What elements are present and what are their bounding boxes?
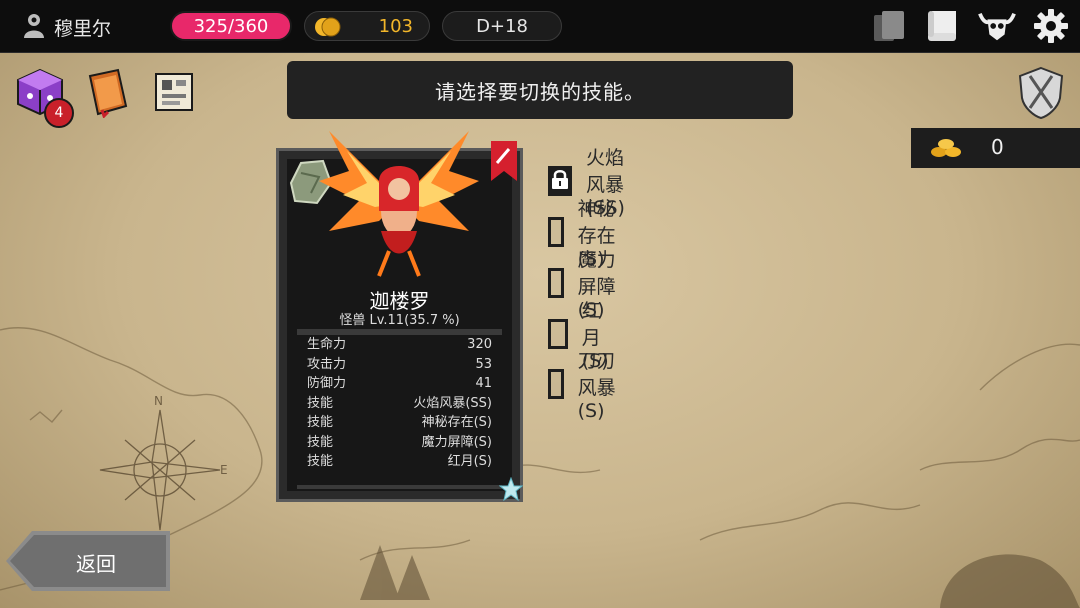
stat-row: 技能 火焰风暴(SS) — [297, 394, 502, 414]
stat-row: 技能 神秘存在(S) — [297, 413, 502, 433]
hp-display: 325/360 — [170, 11, 292, 41]
player-info[interactable]: 穆里尔 — [22, 12, 111, 42]
stat-value: 53 — [475, 356, 492, 372]
spellbook-icon[interactable] — [82, 66, 134, 119]
stat-label: 技能 — [307, 395, 334, 411]
stat-label: 技能 — [307, 415, 334, 430]
stat-row: 攻击力 53 — [297, 355, 502, 375]
top-bar: 穆里尔 325/360 103 D+18 — [0, 0, 1080, 53]
notification-badge: 4 — [44, 98, 74, 128]
gold-value: 103 — [378, 16, 413, 37]
stat-row: 技能 魔力屏障(S) — [297, 433, 502, 453]
gold-pile-icon — [929, 134, 963, 164]
cards-icon[interactable] — [870, 8, 908, 44]
star-icon — [498, 476, 524, 502]
gear-icon[interactable] — [1032, 8, 1070, 44]
stat-value: 魔力屏障(S) — [421, 434, 492, 450]
stat-label: 攻击力 — [307, 356, 347, 372]
day-display: D+18 — [442, 11, 562, 41]
skill-label: 刀刃风暴(S) — [577, 350, 616, 422]
monster-level: 怪兽 Lv.11(35.7 %) — [339, 313, 460, 328]
skill-checkbox[interactable] — [548, 217, 564, 247]
skill-checkbox[interactable] — [548, 369, 564, 399]
stat-label: 技能 — [307, 434, 334, 450]
skill-option[interactable]: 神秘存在(S) — [548, 198, 619, 270]
compass-rose: N E — [99, 394, 228, 531]
skill-option[interactable]: 魔力屏障(S) — [548, 249, 619, 321]
horned-skull-icon[interactable] — [978, 8, 1016, 44]
stats-table: 生命力 320 攻击力 53 防御力 41 技能 火焰风暴(SS) 技能 神秘存在(S) … — [297, 329, 502, 489]
bookmark-icon[interactable] — [489, 141, 519, 183]
player-name: 穆里尔 — [54, 17, 112, 40]
monster-card[interactable]: 迦楼罗 怪兽 Lv.11(35.7 %) 生命力 320 攻击力 53 防御力 41 … — [276, 131, 524, 502]
skill-checkbox[interactable] — [548, 166, 572, 196]
monster-portrait — [319, 111, 479, 281]
stat-label: 防御力 — [307, 376, 347, 391]
skill-checkbox[interactable] — [548, 319, 568, 349]
skill-option[interactable]: 刀刃风暴(S) — [548, 350, 619, 422]
shield-swords-icon[interactable] — [1014, 64, 1068, 120]
player-icon — [22, 12, 46, 42]
scroll-icon[interactable] — [924, 8, 962, 44]
map-scroll-icon[interactable] — [148, 66, 200, 118]
resource-value: 0 — [991, 135, 1004, 159]
back-label: 返回 — [76, 552, 116, 576]
coin-icon — [313, 16, 343, 42]
stat-value: 神秘存在(S) — [421, 415, 492, 430]
stat-value: 41 — [475, 376, 492, 391]
lock-icon — [551, 169, 569, 193]
stat-label: 技能 — [307, 454, 334, 469]
stat-label: 生命力 — [307, 337, 347, 352]
stat-row: 生命力 320 — [297, 335, 502, 355]
stat-value: 320 — [467, 337, 492, 352]
gold-display: 103 — [304, 11, 430, 41]
svg-text:N: N — [154, 394, 163, 408]
skill-checkbox[interactable] — [548, 268, 564, 298]
back-button[interactable]: 返回 — [6, 531, 170, 591]
resource-panel: 0 — [911, 128, 1080, 168]
svg-text:E: E — [220, 463, 228, 477]
stat-value: 火焰风暴(SS) — [413, 395, 492, 411]
stat-row: 防御力 41 — [297, 374, 502, 394]
stat-row: 技能 红月(S) — [297, 452, 502, 472]
skill-option[interactable]: 火焰风暴(SS) — [548, 147, 631, 219]
stat-value: 红月(S) — [447, 454, 492, 469]
